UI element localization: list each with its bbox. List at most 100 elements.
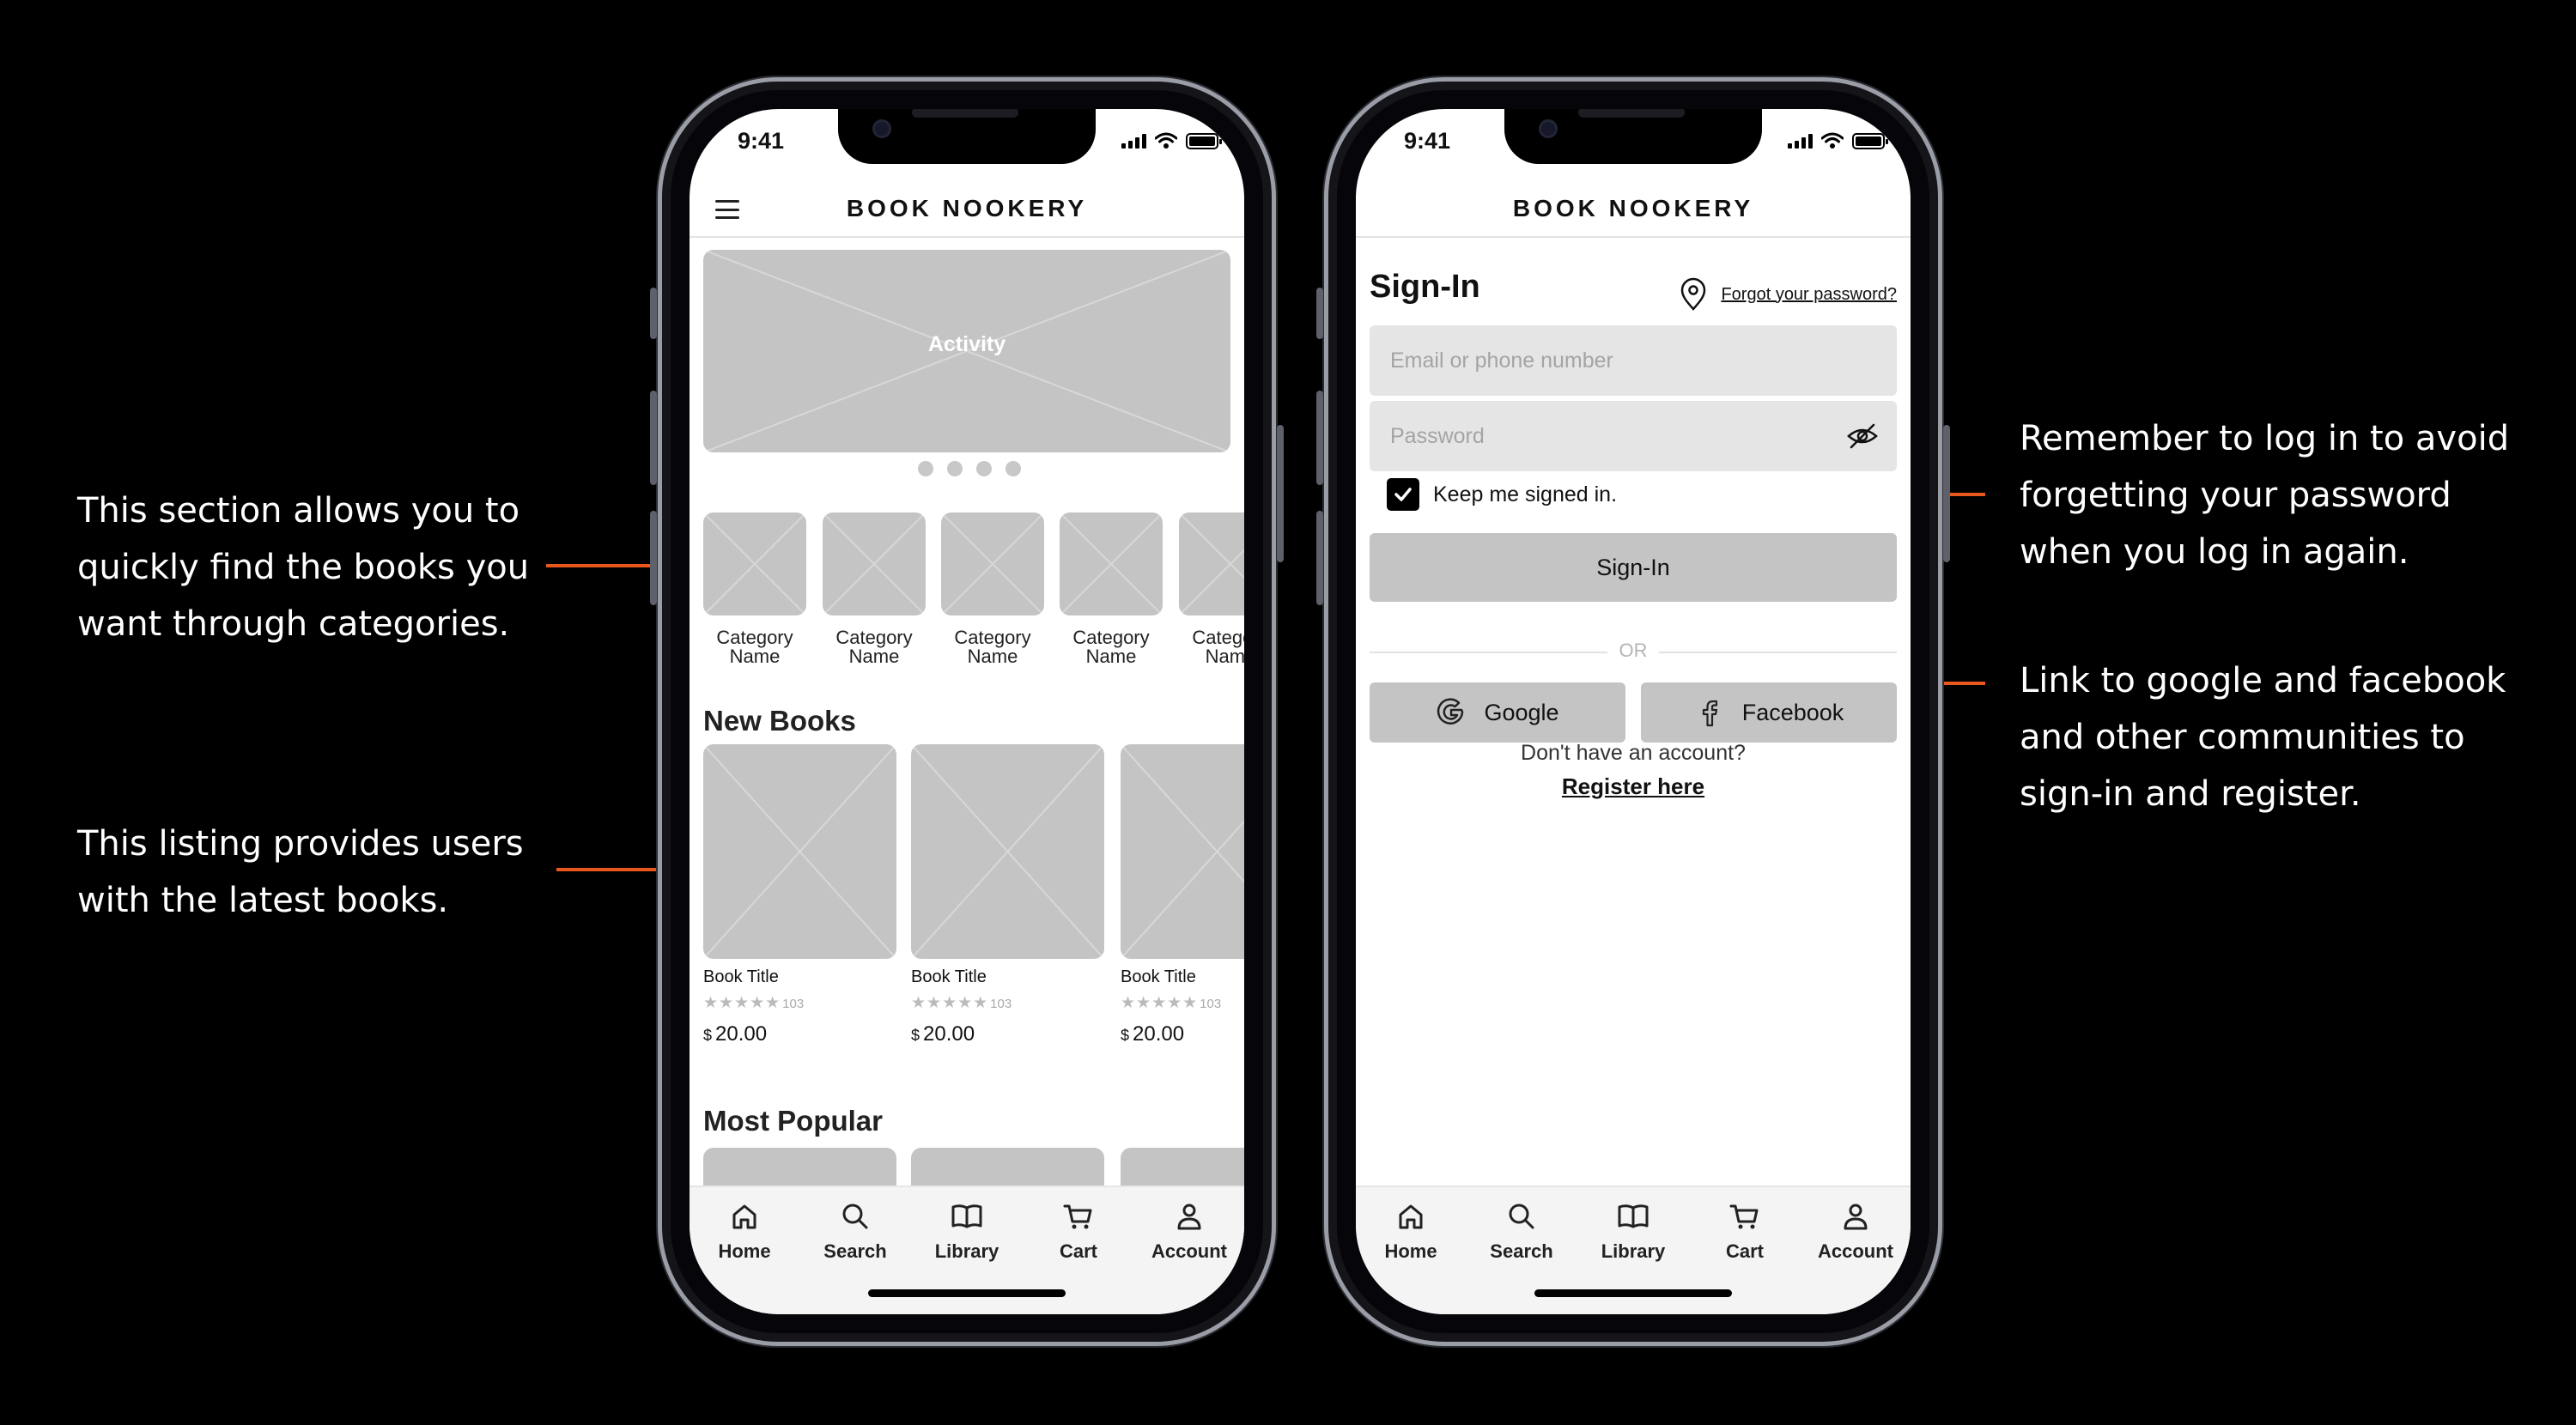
signal-icon bbox=[1788, 133, 1813, 149]
register-link[interactable]: Register here bbox=[1356, 773, 1911, 800]
app-title: BOOK NOOKERY bbox=[1512, 195, 1754, 221]
status-icons bbox=[1788, 132, 1888, 149]
tab-label: Library bbox=[934, 1240, 999, 1262]
home-icon bbox=[732, 1204, 756, 1229]
star-rating: ★★★★★ 103 bbox=[703, 994, 805, 1012]
tab-label: Cart bbox=[1059, 1240, 1097, 1262]
signin-button[interactable]: Sign-In bbox=[1370, 533, 1897, 602]
book-cover[interactable] bbox=[703, 744, 896, 959]
banner-label: Activity bbox=[927, 332, 1006, 356]
wifi-icon bbox=[1155, 132, 1177, 149]
app-header: BOOK NOOKERY bbox=[690, 186, 1244, 238]
annotation-keep-signed: Remember to log in to avoid forgetting y… bbox=[2020, 410, 2509, 580]
category-label: CategoryName bbox=[716, 627, 793, 667]
rating-count: 103 bbox=[990, 997, 1012, 1011]
section-title-new-books: New Books bbox=[703, 705, 856, 737]
book-cover[interactable] bbox=[1121, 744, 1244, 959]
annotation-line: Link to google and facebook bbox=[2020, 661, 2506, 700]
google-button[interactable]: Google bbox=[1370, 682, 1625, 743]
tab-label: Home bbox=[1384, 1240, 1437, 1262]
tab-label: Search bbox=[1490, 1240, 1553, 1262]
activity-banner[interactable]: Activity bbox=[703, 250, 1230, 452]
tab-search[interactable]: Search bbox=[1470, 1199, 1573, 1263]
category-image[interactable] bbox=[1060, 512, 1163, 615]
home-screen: 9:41 BOOK NOOKERY Activity Category Name … bbox=[690, 109, 1244, 1314]
tab-cart[interactable]: Cart bbox=[1027, 1199, 1130, 1263]
annotation-social: Link to google and facebook and other co… bbox=[2020, 652, 2506, 822]
category-label: CategoryName bbox=[1072, 627, 1150, 667]
book-title[interactable]: Book Title bbox=[911, 967, 987, 987]
annotation-line: forgetting your password bbox=[2020, 476, 2451, 515]
category-image[interactable] bbox=[823, 512, 926, 615]
category-image[interactable] bbox=[1179, 512, 1244, 615]
keep-signed-in-checkbox[interactable] bbox=[1387, 478, 1419, 511]
book-title[interactable]: Book Title bbox=[1121, 967, 1196, 987]
tab-search[interactable]: Search bbox=[804, 1199, 907, 1263]
annotation-line: This listing provides users bbox=[77, 824, 524, 864]
app-title: BOOK NOOKERY bbox=[846, 195, 1088, 221]
tab-account[interactable]: Account bbox=[1138, 1199, 1241, 1263]
annotation-line: when you log in again. bbox=[2020, 532, 2409, 572]
book-price: $20.00 bbox=[703, 1022, 768, 1046]
carousel-dots[interactable] bbox=[918, 461, 1021, 476]
account-icon bbox=[1177, 1204, 1201, 1230]
check-icon bbox=[1394, 488, 1412, 501]
status-icons bbox=[1121, 132, 1222, 149]
notch bbox=[838, 109, 1096, 164]
password-field[interactable] bbox=[1370, 401, 1897, 471]
category-image[interactable] bbox=[941, 512, 1044, 615]
email-field[interactable] bbox=[1370, 325, 1897, 396]
home-indicator[interactable] bbox=[1534, 1289, 1732, 1297]
book-title[interactable]: Book Title bbox=[703, 967, 779, 987]
tab-label: Account bbox=[1151, 1240, 1227, 1262]
side-button bbox=[650, 288, 657, 339]
side-button bbox=[1943, 425, 1950, 562]
search-icon bbox=[842, 1204, 868, 1229]
eye-off-icon[interactable] bbox=[1845, 419, 1880, 453]
category-image[interactable] bbox=[703, 512, 806, 615]
account-icon bbox=[1844, 1204, 1868, 1230]
facebook-label: Facebook bbox=[1741, 699, 1844, 725]
cart-icon bbox=[1063, 1204, 1092, 1229]
home-indicator[interactable] bbox=[868, 1289, 1066, 1297]
signin-screen: 9:41 BOOK NOOKERY Sign-In Forgot your pa… bbox=[1356, 109, 1911, 1314]
battery-icon bbox=[1186, 132, 1222, 149]
star-rating: ★★★★★ 103 bbox=[911, 994, 1012, 1012]
annotation-line: This section allows you to bbox=[77, 491, 520, 531]
category-label: CategoryName bbox=[1192, 627, 1244, 667]
camera-icon bbox=[872, 119, 891, 138]
status-time: 9:41 bbox=[1404, 128, 1451, 154]
tab-account[interactable]: Account bbox=[1804, 1199, 1907, 1263]
location-pin-icon bbox=[1681, 277, 1706, 311]
phone-signin: 9:41 BOOK NOOKERY Sign-In Forgot your pa… bbox=[1316, 77, 1950, 1346]
annotation-new-books: This listing provides users with the lat… bbox=[77, 816, 524, 929]
book-icon bbox=[951, 1204, 982, 1228]
google-icon bbox=[1437, 698, 1464, 725]
tab-home[interactable]: Home bbox=[1359, 1199, 1462, 1263]
search-icon bbox=[1509, 1204, 1534, 1229]
side-button bbox=[1316, 511, 1323, 605]
signin-title: Sign-In bbox=[1370, 269, 1480, 305]
notch bbox=[1504, 109, 1762, 164]
keep-signed-in[interactable]: Keep me signed in. bbox=[1387, 478, 1617, 511]
tab-label: Library bbox=[1601, 1240, 1666, 1262]
forgot-password-link[interactable]: Forgot your password? bbox=[1678, 277, 1897, 312]
password-input[interactable] bbox=[1370, 401, 1897, 471]
email-input[interactable] bbox=[1370, 325, 1897, 396]
tab-library[interactable]: Library bbox=[915, 1199, 1018, 1263]
book-price: $20.00 bbox=[1121, 1022, 1185, 1046]
rating-count: 103 bbox=[782, 997, 805, 1011]
tab-cart[interactable]: Cart bbox=[1693, 1199, 1796, 1263]
tab-home[interactable]: Home bbox=[693, 1199, 796, 1263]
app-header: BOOK NOOKERY bbox=[1356, 186, 1911, 238]
tab-label: Search bbox=[823, 1240, 887, 1262]
side-button bbox=[1316, 288, 1323, 339]
annotation-line: with the latest books. bbox=[77, 881, 449, 920]
facebook-button[interactable]: Facebook bbox=[1641, 682, 1897, 743]
side-button bbox=[1277, 425, 1284, 562]
book-cover[interactable] bbox=[911, 744, 1104, 959]
tab-library[interactable]: Library bbox=[1582, 1199, 1685, 1263]
side-button bbox=[650, 391, 657, 485]
book-price: $20.00 bbox=[911, 1022, 975, 1046]
category-label: CategoryName bbox=[835, 627, 913, 667]
